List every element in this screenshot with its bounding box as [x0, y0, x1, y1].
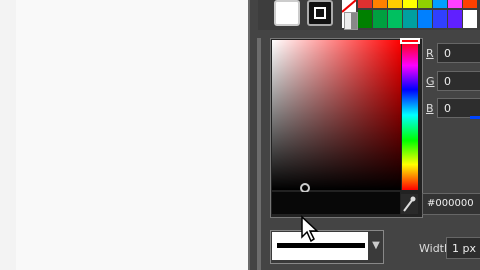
palette-swatch[interactable]	[388, 0, 402, 8]
green-field[interactable]: 0	[437, 71, 480, 91]
hue-slider-handle[interactable]	[400, 38, 420, 44]
palette-swatch[interactable]	[448, 0, 462, 8]
palette-swatch[interactable]	[418, 10, 432, 28]
palette-swatch[interactable]	[463, 10, 477, 28]
foreground-color-swatch[interactable]	[274, 0, 300, 26]
palette-swatch[interactable]	[388, 10, 402, 28]
panel-divider	[248, 0, 250, 270]
gray-swatch[interactable]	[344, 12, 358, 30]
palette-swatch[interactable]	[373, 0, 387, 8]
palette-swatch[interactable]	[358, 0, 372, 8]
palette-swatch[interactable]	[403, 10, 417, 28]
background-color-swatch[interactable]	[307, 0, 333, 26]
eyedropper-icon	[403, 196, 416, 212]
stroke-line-sample	[277, 243, 365, 248]
width-field[interactable]: 1 px	[446, 237, 480, 259]
color-preview	[272, 192, 400, 214]
blue-label: B	[426, 102, 434, 115]
hex-color-field[interactable]: #000000	[422, 193, 480, 215]
red-label: R	[426, 47, 434, 60]
saturation-brightness-field[interactable]	[272, 40, 401, 190]
eyedropper-button[interactable]	[401, 194, 418, 214]
palette-swatch[interactable]	[418, 0, 432, 8]
palette-swatch[interactable]	[373, 10, 387, 28]
blue-slider-indicator	[470, 116, 480, 119]
palette-swatch[interactable]	[358, 10, 372, 28]
drawing-canvas[interactable]	[16, 0, 248, 270]
chevron-down-icon[interactable]: ▼	[370, 232, 382, 260]
palette-swatch[interactable]	[463, 0, 477, 8]
red-field[interactable]: 0	[437, 43, 480, 63]
panel-scrollbar[interactable]	[257, 38, 261, 270]
green-label: G	[426, 75, 435, 88]
blue-field[interactable]: 0	[437, 98, 480, 118]
palette-swatch[interactable]	[433, 0, 447, 8]
palette-swatch[interactable]	[433, 10, 447, 28]
hue-slider[interactable]	[402, 40, 418, 190]
palette	[341, 0, 480, 30]
mouse-cursor-icon	[301, 215, 319, 243]
canvas-margin	[0, 0, 16, 270]
palette-swatch[interactable]	[448, 10, 462, 28]
palette-swatch[interactable]	[403, 0, 417, 8]
